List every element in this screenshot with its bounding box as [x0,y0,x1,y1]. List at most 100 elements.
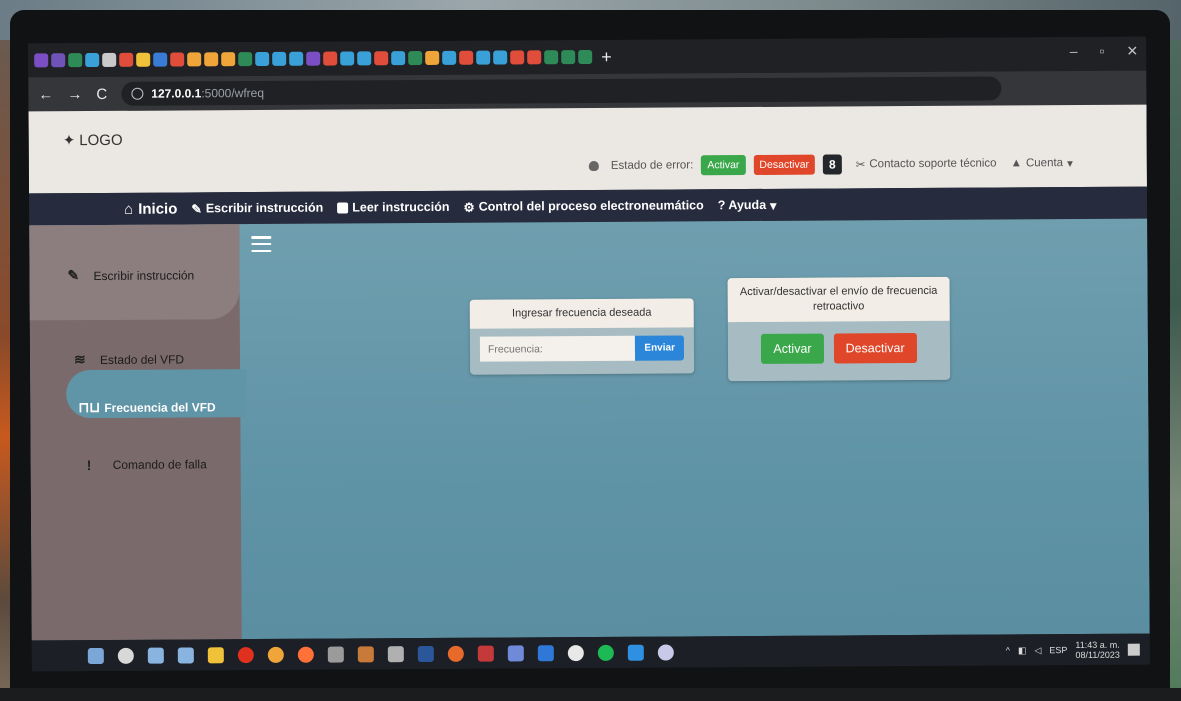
spotify-icon[interactable] [597,644,614,661]
chrome-icon[interactable] [267,646,284,663]
github-icon[interactable] [567,644,584,661]
sidebar-item-escribir[interactable]: ✎ Escribir instrucción [67,266,194,284]
feedback-activate-button[interactable]: Activar [761,333,824,364]
tab-favicon-icon[interactable] [527,50,542,65]
tab-favicon-icon[interactable] [119,52,134,67]
tab-favicon-icon[interactable] [238,52,253,67]
tab-favicon-icon[interactable] [510,50,525,65]
network-icon[interactable]: ◧ [1018,645,1027,656]
firefox-icon[interactable] [297,646,314,663]
tab-favicon-icon[interactable] [204,52,219,67]
maximize-icon[interactable]: ▫ [1099,43,1104,60]
tab-favicon-icon[interactable] [578,49,593,65]
tab-favicon-icon[interactable] [544,50,559,65]
sidebar-toggle-icon[interactable] [251,235,272,253]
minimize-icon[interactable]: – [1070,43,1078,60]
support-label: Contacto soporte técnico [869,157,997,171]
discord-icon[interactable] [657,643,674,661]
tab-favicon-icon[interactable] [374,51,389,66]
tab-favicon-icon[interactable] [357,51,372,66]
account-dropdown[interactable]: ▲ Cuenta ▾ [1011,156,1073,170]
notifications-icon[interactable] [1127,643,1140,656]
feedback-deactivate-button[interactable]: Desactivar [833,332,917,364]
home-icon: ⌂ [124,200,134,218]
gears-icon: ⚙ [463,200,475,215]
app-icon[interactable] [477,645,494,662]
forward-icon[interactable]: → [67,86,82,103]
tab-favicon-icon[interactable] [187,52,202,67]
reload-icon[interactable]: C [96,85,107,102]
tools-icon: ✂ [855,159,866,172]
tab-favicon-icon[interactable] [408,51,423,66]
tab-favicon-icon[interactable] [340,51,355,66]
close-icon[interactable]: ✕ [1126,43,1138,60]
chevron-up-icon[interactable]: ^ [1006,645,1010,655]
tab-favicon-icon[interactable] [323,51,338,66]
tab-favicon-icon[interactable] [272,51,287,66]
task-view-icon[interactable] [147,647,164,664]
mail-icon[interactable] [537,644,554,661]
feedback-card: Activar/desactivar el envío de frecuenci… [727,276,951,382]
tab-favicon-icon[interactable] [391,51,406,66]
tab-favicon-icon[interactable] [136,52,151,67]
word-icon[interactable] [417,645,434,662]
search-icon[interactable] [117,647,134,664]
send-frequency-button[interactable]: Enviar [635,335,685,361]
tab-favicon-icon[interactable] [255,51,270,67]
tab-favicon-icon[interactable] [476,50,491,65]
sidebar-item-comando-falla[interactable]: ! Comando de falla [87,456,207,473]
vscode-icon[interactable] [627,644,644,661]
error-activate-button[interactable]: Activar [701,155,746,176]
laptop-screen: + – ▫ ✕ ← → C 127.0.0.1:5000/wfreq ⇪ ☆ ✱… [28,36,1150,672]
error-deactivate-button[interactable]: Desactivar [753,154,816,175]
file-explorer-icon[interactable] [207,646,224,663]
tab-favicon-icon[interactable] [425,50,440,65]
app-icon[interactable] [327,646,344,663]
tab-favicon-icon[interactable] [221,52,236,67]
tab-favicon-icon[interactable] [442,50,457,65]
app-icon[interactable] [357,645,374,662]
tab-favicon-icon[interactable] [68,53,83,68]
language-indicator[interactable]: ESP [1049,645,1067,655]
nav-control-link[interactable]: ⚙ Control del proceso electroneumático [463,198,703,214]
tab-favicon-icon[interactable] [289,51,304,66]
logo[interactable]: ✦ LOGO [63,131,123,149]
tab-favicon-icon[interactable] [34,53,49,68]
opera-icon[interactable] [237,646,254,663]
app-icon[interactable] [447,645,464,662]
tab-favicon-icon[interactable] [493,50,508,65]
url-host: 127.0.0.1 [151,86,202,101]
volume-icon[interactable]: ◁ [1034,645,1041,656]
windows-start-icon[interactable] [87,647,104,664]
account-label: Cuenta [1025,157,1064,170]
sidebar-item-label: Comando de falla [112,457,207,472]
back-icon[interactable]: ← [38,86,53,103]
tab-favicon-icon[interactable] [153,52,168,67]
app-icon[interactable] [387,645,404,662]
sidebar-item-frecuencia-vfd[interactable]: ⊓⊔ Frecuencia del VFD [78,398,215,416]
frequency-input[interactable] [479,335,636,362]
tab-favicon-icon[interactable] [85,52,100,68]
nav-read-link[interactable]: Leer instrucción [337,200,450,215]
nav-home-link[interactable]: ⌂ Inicio [124,200,177,217]
tab-favicon-icon[interactable] [561,50,576,65]
app-icon[interactable] [507,644,524,662]
tab-favicon-icon[interactable] [459,50,474,65]
tab-favicon-icon[interactable] [51,53,66,68]
settings-icon[interactable] [177,646,194,664]
nav-write-link[interactable]: ✎ Escribir instrucción [191,200,323,216]
support-contact-link[interactable]: ✂ Contacto soporte técnico [856,157,997,172]
tab-favicon-icon[interactable] [102,52,117,67]
exclamation-icon: ! [86,457,92,474]
system-clock[interactable]: 11:43 a. m. 08/11/2023 [1075,640,1119,660]
url-path: :5000/wfreq [201,85,265,101]
sidebar-item-estado-vfd[interactable]: ≋ Estado del VFD [74,350,184,368]
url-input[interactable]: 127.0.0.1:5000/wfreq [121,76,1002,106]
tab-favicon-icon[interactable] [170,52,185,67]
nav-help-dropdown[interactable]: ? Ayuda ▾ [718,197,777,212]
error-status-row: Estado de error: Activar Desactivar 8 ✂ … [588,153,1073,176]
tab-favicon-icon[interactable] [306,51,321,66]
site-info-icon[interactable] [131,87,144,100]
error-count-badge: 8 [822,154,842,175]
new-tab-button[interactable]: + [601,46,612,67]
